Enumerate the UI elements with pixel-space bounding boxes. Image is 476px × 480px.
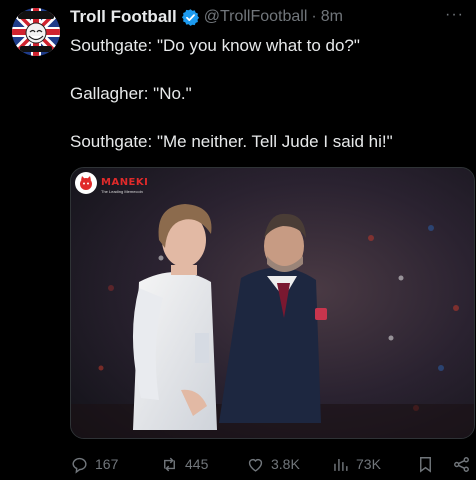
maneki-cat-logo-icon: [75, 172, 97, 194]
tweet-text: Southgate: "Do you know what to do?" Gal…: [70, 34, 466, 154]
union-jack-troll-avatar-icon: [12, 8, 60, 56]
tweet-line: Southgate: "Me neither. Tell Jude I said…: [70, 132, 393, 151]
author-handle[interactable]: @TrollFootball: [204, 8, 308, 26]
author-avatar[interactable]: [12, 8, 60, 56]
heart-icon: [248, 458, 263, 472]
watermark-brand: MANEKI: [101, 176, 149, 188]
bookmark-button[interactable]: [416, 452, 435, 476]
like-count: 3.8K: [271, 456, 300, 472]
tweet-timestamp[interactable]: 8m: [321, 8, 343, 26]
repost-count: 445: [185, 456, 209, 472]
views-bar-chart-icon: [334, 458, 348, 471]
verified-badge-icon[interactable]: [181, 8, 200, 27]
reply-icon: [72, 457, 87, 474]
share-icon: [454, 456, 469, 472]
reply-count: 167: [95, 456, 119, 472]
views-count: 73K: [356, 456, 381, 472]
author-name[interactable]: Troll Football: [70, 7, 177, 27]
reply-button[interactable]: 167: [70, 452, 118, 476]
repost-button[interactable]: 445: [160, 452, 208, 476]
watermark-tagline: The Leading Memecoin: [101, 188, 143, 194]
maneki-watermark: MANEKI The Leading Memecoin: [75, 172, 148, 194]
more-options-icon[interactable]: ···: [445, 6, 464, 24]
photo-image: [71, 168, 474, 438]
tweet-header: Troll Football @TrollFootball · 8m: [70, 6, 343, 28]
share-button[interactable]: [452, 452, 471, 476]
tweet-media-photo[interactable]: MANEKI The Leading Memecoin: [70, 167, 475, 439]
separator-dot: ·: [311, 8, 317, 25]
bookmark-icon: [420, 456, 431, 473]
tweet-line: Gallagher: "No.": [70, 84, 192, 103]
views-button[interactable]: 73K: [331, 452, 381, 476]
tweet-action-bar: 167 445 3.8K 73K: [70, 452, 476, 476]
tweet-line: Southgate: "Do you know what to do?": [70, 36, 360, 55]
like-button[interactable]: 3.8K: [246, 452, 300, 476]
repost-icon: [164, 457, 175, 471]
